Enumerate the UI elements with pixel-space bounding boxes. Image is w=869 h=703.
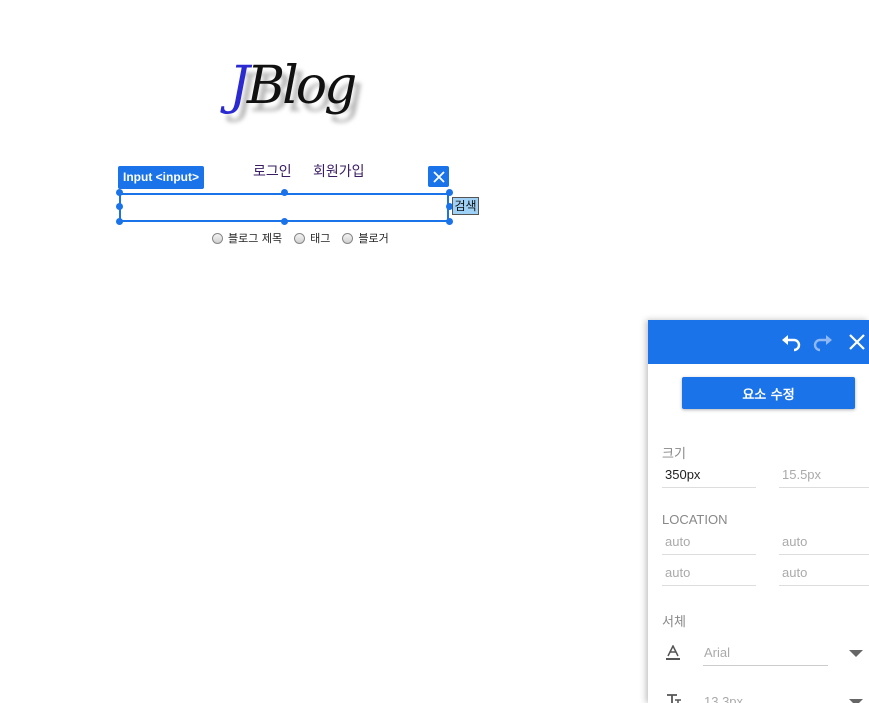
radio-label: 블로그 제목: [228, 232, 283, 245]
join-link[interactable]: 회원가입: [313, 161, 365, 181]
element-editor-panel: 요소 수정 크기 350px 15.5px LOCATION auto auto…: [648, 320, 869, 703]
font-size-icon: [667, 694, 681, 703]
caret-down-icon[interactable]: [849, 650, 863, 657]
height-field[interactable]: 15.5px: [779, 464, 869, 488]
search-type-radios: 블로그 제목 태그 블로거: [212, 230, 389, 246]
font-label: 서체: [662, 614, 686, 629]
selection-tag: Input <input>: [118, 166, 204, 189]
radio-blog-title[interactable]: 블로그 제목: [212, 230, 282, 246]
search-button[interactable]: 검색: [452, 197, 479, 215]
radio-blogger[interactable]: 블로거: [342, 230, 389, 246]
jblog-logo: JBlog JBlog: [229, 56, 374, 144]
location-label: LOCATION: [662, 512, 728, 527]
selection-close-button[interactable]: [428, 166, 449, 187]
location-right-field[interactable]: auto: [779, 531, 869, 555]
edit-element-button[interactable]: 요소 수정: [682, 377, 855, 409]
location-left-field[interactable]: auto: [779, 562, 869, 586]
panel-header: [648, 320, 869, 364]
resize-handle-tl[interactable]: [116, 189, 123, 196]
resize-handle-ml[interactable]: [116, 203, 123, 210]
close-icon[interactable]: [846, 331, 868, 353]
resize-handle-br[interactable]: [446, 218, 453, 225]
caret-down-icon[interactable]: [849, 699, 863, 703]
login-link[interactable]: 로그인: [253, 161, 292, 181]
radio-circle[interactable]: [342, 232, 354, 244]
resize-handle-bl[interactable]: [116, 218, 123, 225]
radio-label: 태그: [310, 232, 331, 245]
font-size-select[interactable]: 13.3px: [703, 691, 828, 703]
logo-text: JBlog: [229, 56, 357, 116]
font-color-icon: [666, 645, 680, 660]
close-icon: [432, 170, 445, 183]
font-family-select[interactable]: Arial: [703, 642, 828, 666]
radio-circle[interactable]: [294, 232, 306, 244]
radio-label: 블로거: [358, 232, 389, 245]
logo-j: J: [229, 56, 250, 116]
resize-handle-bm[interactable]: [281, 218, 288, 225]
logo-rest: Blog: [246, 56, 357, 116]
radio-tag[interactable]: 태그: [294, 230, 330, 246]
location-top-field[interactable]: auto: [662, 531, 756, 555]
undo-icon[interactable]: [780, 331, 802, 353]
radio-circle[interactable]: [212, 232, 223, 244]
redo-icon[interactable]: [812, 331, 834, 353]
location-bottom-field[interactable]: auto: [662, 562, 756, 586]
size-label: 크기: [662, 446, 686, 461]
resize-handle-tr[interactable]: [446, 189, 453, 196]
resize-handle-tm[interactable]: [281, 189, 288, 196]
width-field[interactable]: 350px: [662, 464, 756, 488]
